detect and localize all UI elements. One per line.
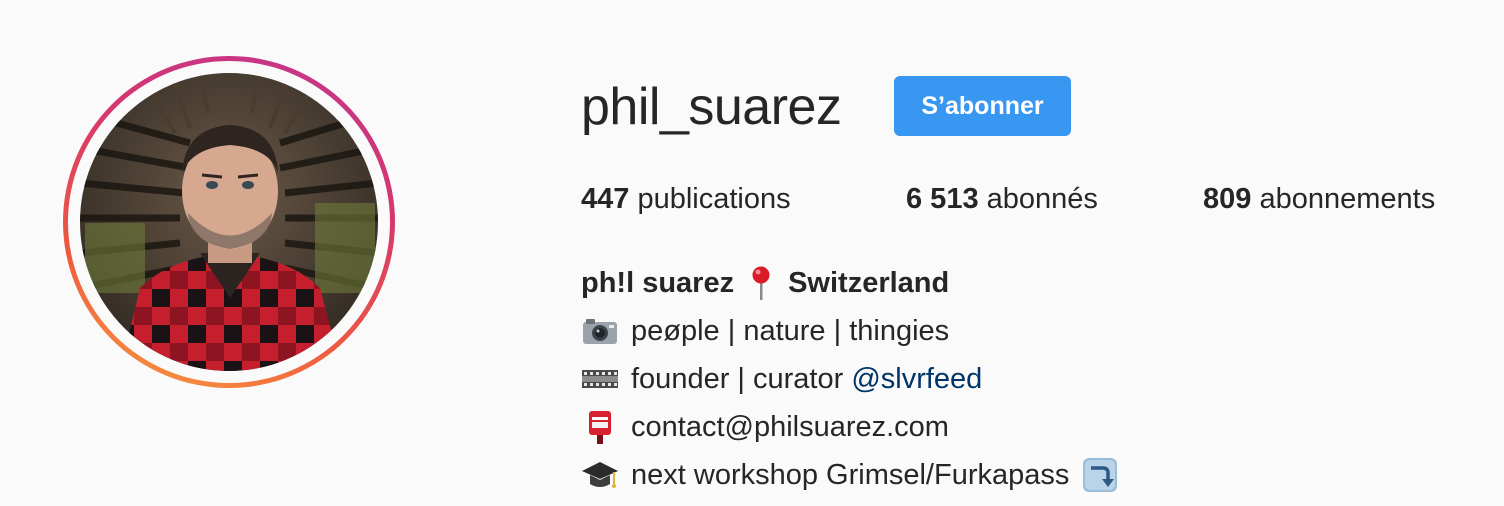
arrow-down-right-icon bbox=[1081, 457, 1119, 493]
avatar-story-ring[interactable] bbox=[63, 56, 395, 388]
bio-role: founder | curator bbox=[631, 363, 852, 395]
avatar[interactable] bbox=[80, 73, 378, 371]
stat-posts: 447 publications bbox=[581, 181, 791, 217]
postbox-icon bbox=[581, 409, 619, 445]
contact-email[interactable]: contact@philsuarez.com bbox=[631, 405, 949, 449]
followers-label: abonnés bbox=[986, 183, 1098, 215]
profile-photo bbox=[80, 73, 378, 371]
bio-line-4: next workshop Grimsel/Furkapass bbox=[581, 451, 1119, 499]
bio-name-line: ph!l suarez Switzerland bbox=[581, 259, 1119, 307]
posts-count: 447 bbox=[581, 183, 630, 215]
follow-button[interactable]: S’abonner bbox=[894, 76, 1071, 136]
bio-line-2: founder | curator @slvrfeed bbox=[581, 355, 1119, 403]
graduation-cap-icon bbox=[581, 457, 619, 493]
workshop-text: next workshop Grimsel/Furkapass bbox=[631, 459, 1070, 491]
round-pushpin-icon bbox=[746, 265, 776, 301]
full-name: ph!l suarez bbox=[581, 267, 735, 299]
following-label: abonnements bbox=[1259, 183, 1436, 215]
bio: ph!l suarez Switzerland peøple | nature … bbox=[581, 259, 1119, 499]
mention-link[interactable]: @slvrfeed bbox=[851, 357, 982, 401]
stat-followers[interactable]: 6 513 abonnés bbox=[906, 181, 1098, 217]
bio-line-3: contact@philsuarez.com bbox=[581, 403, 1119, 451]
location: Switzerland bbox=[788, 267, 950, 299]
username: phil_suarez bbox=[581, 78, 842, 136]
camera-icon bbox=[581, 313, 619, 349]
posts-label: publications bbox=[637, 183, 791, 215]
stat-following[interactable]: 809 abonnements bbox=[1203, 181, 1435, 217]
film-strip-icon bbox=[581, 361, 619, 397]
following-count: 809 bbox=[1203, 183, 1252, 215]
bio-line-1: peøple | nature | thingies bbox=[581, 307, 1119, 355]
followers-count: 6 513 bbox=[906, 183, 979, 215]
bio-tagline: peøple | nature | thingies bbox=[631, 315, 950, 347]
